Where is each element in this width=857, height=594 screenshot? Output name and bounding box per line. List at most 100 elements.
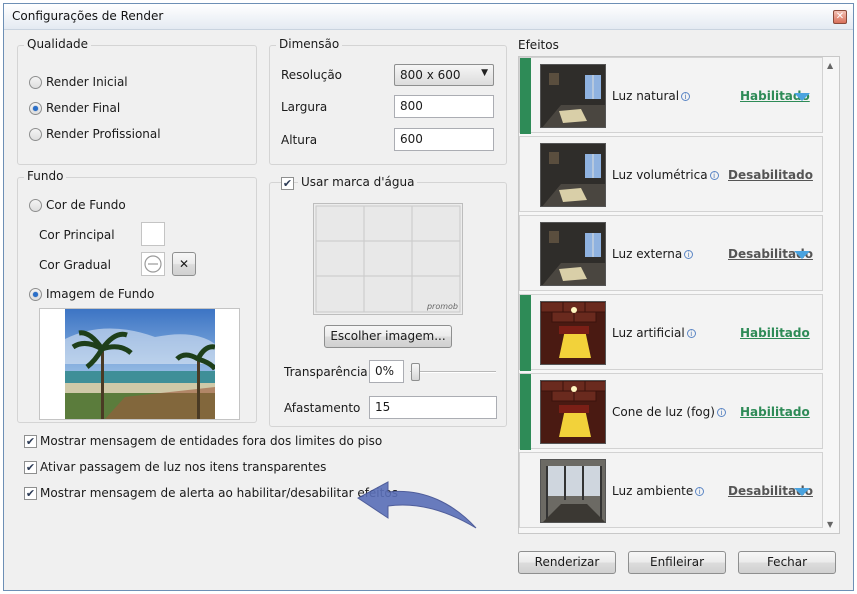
scroll-down-icon[interactable]: ▼ (827, 520, 833, 529)
background-image-preview[interactable] (39, 308, 240, 420)
effect-thumbnail (540, 459, 606, 523)
watermark-preview: promob (313, 203, 463, 315)
width-input[interactable]: 800 (394, 95, 494, 118)
option-label-2[interactable]: Ativar passagem de luz nos itens transpa… (40, 460, 326, 474)
effect-row-3[interactable]: Luz artificial i Habilitado (519, 294, 823, 371)
watermark-grid (315, 205, 461, 313)
render-settings-window: Configurações de Render ✕ Qualidade Rend… (3, 3, 854, 591)
option-checkbox-2[interactable]: ✔ (24, 461, 37, 474)
effects-title: Efeitos (518, 38, 559, 52)
resolution-label: Resolução (281, 68, 343, 82)
primary-color-label: Cor Principal (39, 228, 115, 242)
background-legend: Fundo (24, 169, 67, 183)
effect-preview-image (541, 381, 605, 443)
quality-legend: Qualidade (24, 37, 92, 51)
label-imagem-de-fundo[interactable]: Imagem de Fundo (46, 287, 154, 301)
radio-render-profissional[interactable] (29, 128, 42, 141)
dimension-group: Dimensão Resolução 800 x 600 ▼ Largura 8… (269, 37, 507, 165)
label-render-profissional[interactable]: Render Profissional (46, 127, 161, 141)
effect-status-link[interactable]: Habilitado (740, 405, 810, 419)
effect-preview-image (541, 144, 605, 206)
render-button[interactable]: Renderizar (518, 551, 616, 574)
width-label: Largura (281, 100, 328, 114)
info-icon[interactable]: i (681, 92, 691, 101)
option-checkbox-3[interactable]: ✔ (24, 487, 37, 500)
quality-group: Qualidade Render Inicial Render Final Re… (17, 37, 257, 165)
info-icon[interactable]: i (695, 487, 705, 496)
close-icon: ✕ (178, 257, 190, 271)
effect-name-text: Luz ambiente (612, 484, 694, 498)
enabled-stripe (520, 58, 531, 134)
effect-name: Luz volumétrica i (612, 168, 719, 182)
resolution-value: 800 x 600 (400, 68, 461, 82)
effects-list: ▲ ▼ Luz natural i Habilitado Luz volumétric… (518, 56, 840, 534)
transparency-slider-thumb[interactable] (411, 363, 420, 381)
transparency-slider-track[interactable] (410, 371, 496, 373)
transparency-label: Transparência (284, 365, 368, 379)
disabled-circle-icon (144, 255, 162, 273)
label-render-inicial[interactable]: Render Inicial (46, 75, 128, 89)
radio-imagem-de-fundo[interactable] (29, 288, 42, 301)
info-icon[interactable]: i (709, 171, 719, 180)
queue-button[interactable]: Enfileirar (628, 551, 726, 574)
expand-triangle-icon[interactable] (794, 93, 810, 101)
effect-thumbnail (540, 222, 606, 286)
close-button[interactable]: Fechar (738, 551, 836, 574)
effect-name: Luz ambiente i (612, 484, 705, 498)
effect-name: Luz externa i (612, 247, 694, 261)
option-label-1[interactable]: Mostrar mensagem de entidades fora dos l… (40, 434, 382, 448)
window-title: Configurações de Render (12, 9, 164, 23)
background-group: Fundo Cor de Fundo Cor Principal Cor Gra… (17, 169, 257, 423)
info-icon[interactable]: i (686, 329, 696, 338)
effect-name: Cone de luz (fog) i (612, 405, 726, 419)
info-icon[interactable]: i (684, 250, 694, 259)
option-label-3[interactable]: Mostrar mensagem de alerta ao habilitar/… (40, 486, 398, 500)
effect-name-text: Luz volumétrica (612, 168, 708, 182)
effect-status-link[interactable]: Habilitado (740, 326, 810, 340)
radio-render-inicial[interactable] (29, 76, 42, 89)
effect-name: Luz natural i (612, 89, 691, 103)
expand-triangle-icon[interactable] (794, 488, 810, 496)
resolution-select[interactable]: 800 x 600 ▼ (394, 64, 494, 86)
info-icon[interactable]: i (716, 408, 726, 417)
offset-input[interactable]: 15 (369, 396, 497, 419)
label-cor-de-fundo[interactable]: Cor de Fundo (46, 198, 126, 212)
gradient-color-swatch[interactable] (141, 252, 165, 276)
label-render-final[interactable]: Render Final (46, 101, 120, 115)
effect-name-text: Luz artificial (612, 326, 685, 340)
effect-row-4[interactable]: Cone de luz (fog) i Habilitado (519, 373, 823, 450)
effect-preview-image (541, 302, 605, 364)
effect-thumbnail (540, 143, 606, 207)
effect-row-1[interactable]: Luz volumétrica i Desabilitado (519, 136, 823, 212)
scroll-up-icon[interactable]: ▲ (827, 61, 833, 70)
radio-cor-de-fundo[interactable] (29, 199, 42, 212)
annotation-arrow-icon (357, 481, 477, 529)
watermark-label[interactable]: Usar marca d'água (298, 175, 418, 189)
dimension-legend: Dimensão (276, 37, 343, 51)
clear-gradient-button[interactable]: ✕ (172, 252, 196, 276)
effect-name-text: Luz natural (612, 89, 680, 103)
height-input[interactable]: 600 (394, 128, 494, 151)
gradient-color-label: Cor Gradual (39, 258, 111, 272)
effect-row-2[interactable]: Luz externa i Desabilitado (519, 215, 823, 291)
primary-color-swatch[interactable] (141, 222, 165, 246)
effects-scrollbar[interactable]: ▲ ▼ (823, 57, 839, 533)
effect-name: Luz artificial i (612, 326, 696, 340)
expand-triangle-icon[interactable] (794, 251, 810, 259)
effect-thumbnail (540, 380, 606, 444)
watermark-group: ✔ Usar marca d'água promob Escolher imag… (269, 175, 507, 427)
effect-preview-image (541, 65, 605, 127)
option-checkbox-1[interactable]: ✔ (24, 435, 37, 448)
effect-row-5[interactable]: Luz ambiente i Desabilitado (519, 452, 823, 528)
close-icon[interactable]: ✕ (833, 10, 847, 24)
effect-name-text: Luz externa (612, 247, 683, 261)
watermark-checkbox[interactable]: ✔ (281, 177, 294, 190)
offset-label: Afastamento (284, 401, 361, 415)
effect-status-link[interactable]: Desabilitado (728, 168, 813, 182)
effect-row-0[interactable]: Luz natural i Habilitado (519, 57, 823, 134)
radio-render-final[interactable] (29, 102, 42, 115)
watermark-preview-text: promob (426, 302, 458, 311)
transparency-input[interactable]: 0% (369, 360, 404, 383)
effect-thumbnail (540, 64, 606, 128)
choose-image-button[interactable]: Escolher imagem... (324, 325, 452, 348)
